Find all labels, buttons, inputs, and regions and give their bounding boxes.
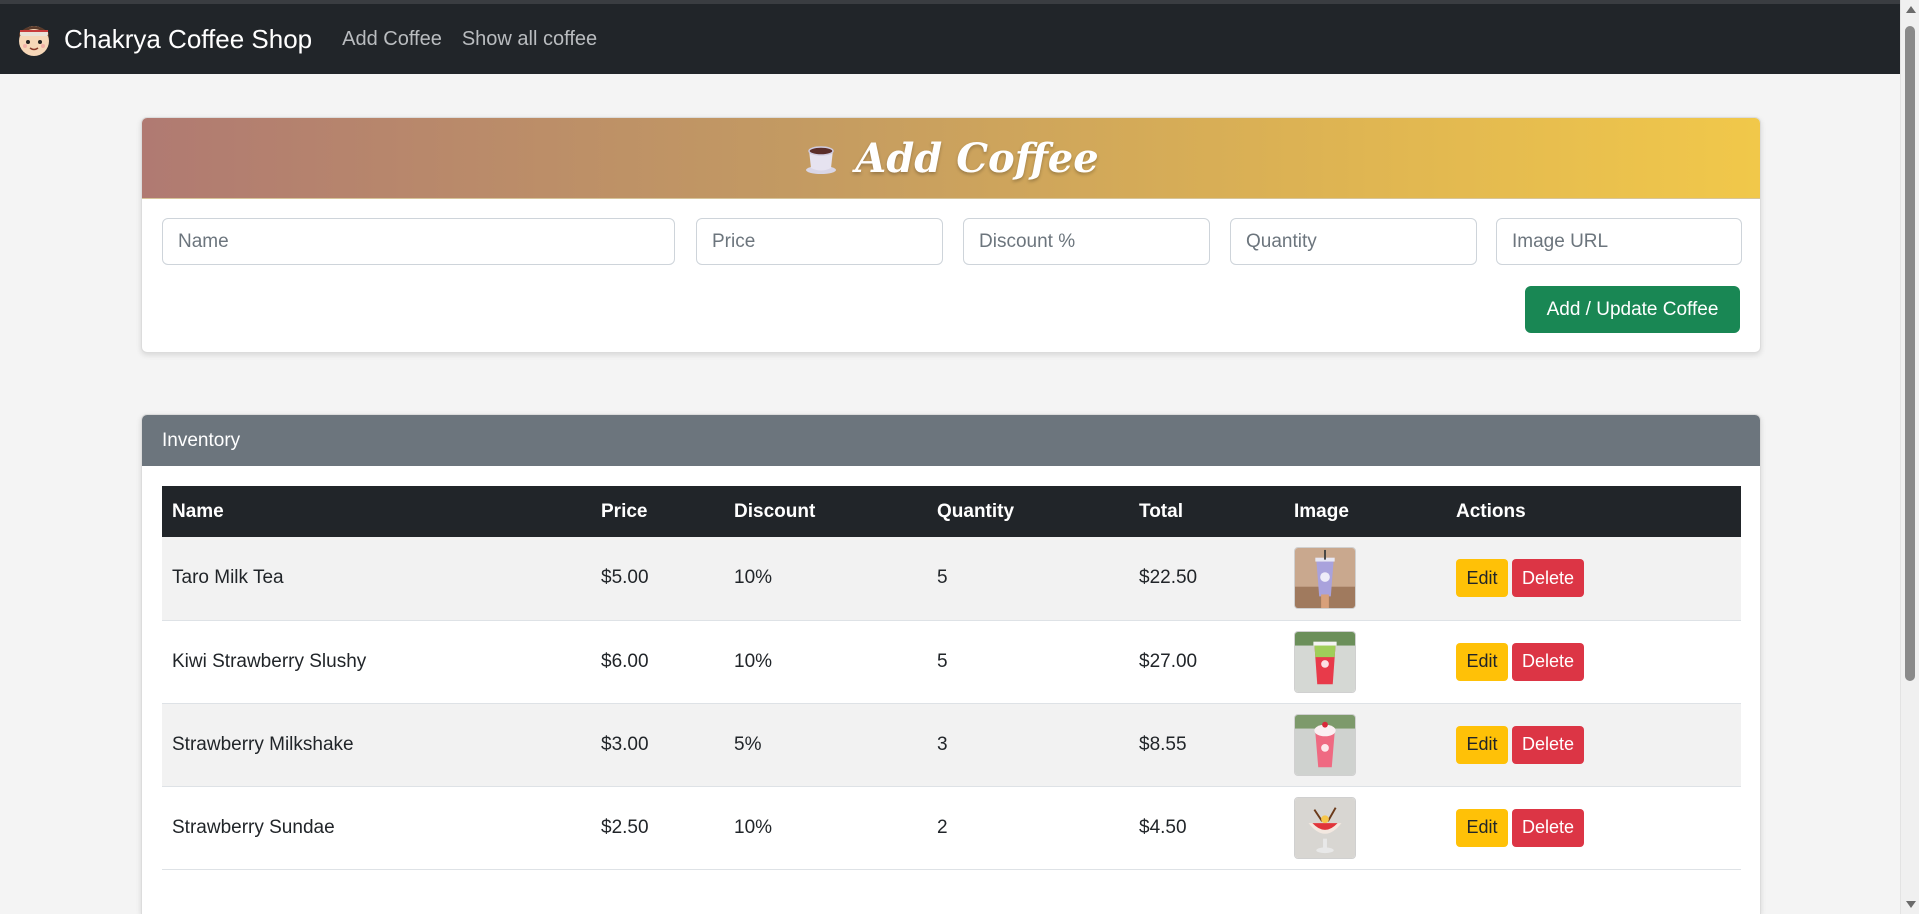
delete-button[interactable]: Delete <box>1512 559 1584 598</box>
add-update-coffee-button[interactable]: Add / Update Coffee <box>1525 286 1740 333</box>
nav-link-show-all-coffee[interactable]: Show all coffee <box>462 28 597 51</box>
cell-name: Taro Milk Tea <box>162 537 591 621</box>
cell-image <box>1284 786 1446 870</box>
edit-button[interactable]: Edit <box>1456 808 1508 847</box>
name-input[interactable] <box>162 218 675 265</box>
cell-actions: Edit Delete <box>1446 537 1741 621</box>
edit-button[interactable]: Edit <box>1456 725 1508 764</box>
cell-name: Kiwi Strawberry Slushy <box>162 620 591 704</box>
cell-discount: 5% <box>724 703 927 787</box>
cell-total: $27.00 <box>1129 620 1284 704</box>
cell-name: Strawberry Sundae <box>162 786 591 870</box>
column-header-discount: Discount <box>734 500 816 522</box>
cell-quantity: 2 <box>927 786 1129 870</box>
taro-milk-tea-image <box>1294 547 1356 610</box>
kiwi-strawberry-slushy-image <box>1294 630 1356 693</box>
edit-button[interactable]: Edit <box>1456 642 1508 681</box>
cell-actions: Edit Delete <box>1446 620 1741 704</box>
add-coffee-title: Add Coffee <box>855 134 1099 182</box>
quantity-input[interactable] <box>1230 218 1477 265</box>
cell-price: $6.00 <box>591 620 724 704</box>
inventory-header: Inventory <box>142 415 1760 466</box>
cell-image <box>1284 537 1446 621</box>
cell-total: $8.55 <box>1129 703 1284 787</box>
cell-discount: 10% <box>724 620 927 704</box>
add-coffee-form-row <box>162 218 1742 266</box>
cell-image <box>1284 620 1446 704</box>
cell-price: $5.00 <box>591 537 724 621</box>
discount-input[interactable] <box>963 218 1210 265</box>
table-row: Strawberry Sundae $2.50 10% 2 $4.50 Edit… <box>162 786 1741 870</box>
strawberry-sundae-image <box>1294 796 1356 859</box>
cell-name: Strawberry Milkshake <box>162 703 591 787</box>
column-header-image: Image <box>1294 500 1349 522</box>
scroll-down-arrow-icon[interactable] <box>1906 901 1916 908</box>
table-row: Kiwi Strawberry Slushy $6.00 10% 5 $27.0… <box>162 620 1741 704</box>
nav-link-add-coffee[interactable]: Add Coffee <box>342 28 442 51</box>
column-header-actions: Actions <box>1456 500 1526 522</box>
cell-quantity: 3 <box>927 703 1129 787</box>
column-header-price: Price <box>601 500 648 522</box>
delete-button[interactable]: Delete <box>1512 642 1584 681</box>
cell-discount: 10% <box>724 786 927 870</box>
brand-title: Chakrya Coffee Shop <box>64 23 313 54</box>
cell-total: $4.50 <box>1129 786 1284 870</box>
cell-actions: Edit Delete <box>1446 786 1741 870</box>
edit-button[interactable]: Edit <box>1456 559 1508 598</box>
cell-actions: Edit Delete <box>1446 703 1741 787</box>
cell-total: $22.50 <box>1129 537 1284 621</box>
add-coffee-card: Add Coffee Add / Update Coffee <box>141 117 1761 353</box>
cell-quantity: 5 <box>927 620 1129 704</box>
add-coffee-header: Add Coffee <box>142 118 1760 199</box>
vertical-scrollbar[interactable] <box>1900 0 1919 914</box>
coffee-cup-icon <box>806 146 837 174</box>
table-header-row: Name Price Discount Quantity Total Image… <box>162 486 1741 537</box>
inventory-card: Inventory Name Price Discount Quantity T… <box>141 414 1761 914</box>
image-url-input[interactable] <box>1496 218 1742 265</box>
navbar: Chakrya Coffee Shop Add Coffee Show all … <box>0 4 1900 74</box>
brand-logo-icon <box>19 26 49 56</box>
table-row: Taro Milk Tea $5.00 10% 5 $22.50 Edit De… <box>162 537 1741 621</box>
scroll-up-arrow-icon[interactable] <box>1906 6 1916 13</box>
cell-quantity: 5 <box>927 537 1129 621</box>
cell-price: $2.50 <box>591 786 724 870</box>
cell-image <box>1284 703 1446 787</box>
column-header-name: Name <box>172 500 224 522</box>
price-input[interactable] <box>696 218 943 265</box>
column-header-total: Total <box>1139 500 1183 522</box>
strawberry-milkshake-image <box>1294 713 1356 776</box>
delete-button[interactable]: Delete <box>1512 808 1584 847</box>
brand[interactable]: Chakrya Coffee Shop <box>14 19 312 59</box>
table-row: Strawberry Milkshake $3.00 5% 3 $8.55 Ed… <box>162 703 1741 787</box>
scrollbar-thumb[interactable] <box>1905 26 1915 681</box>
delete-button[interactable]: Delete <box>1512 725 1584 764</box>
column-header-quantity: Quantity <box>937 500 1015 522</box>
cell-discount: 10% <box>724 537 927 621</box>
inventory-table: Name Price Discount Quantity Total Image… <box>162 486 1741 870</box>
cell-price: $3.00 <box>591 703 724 787</box>
